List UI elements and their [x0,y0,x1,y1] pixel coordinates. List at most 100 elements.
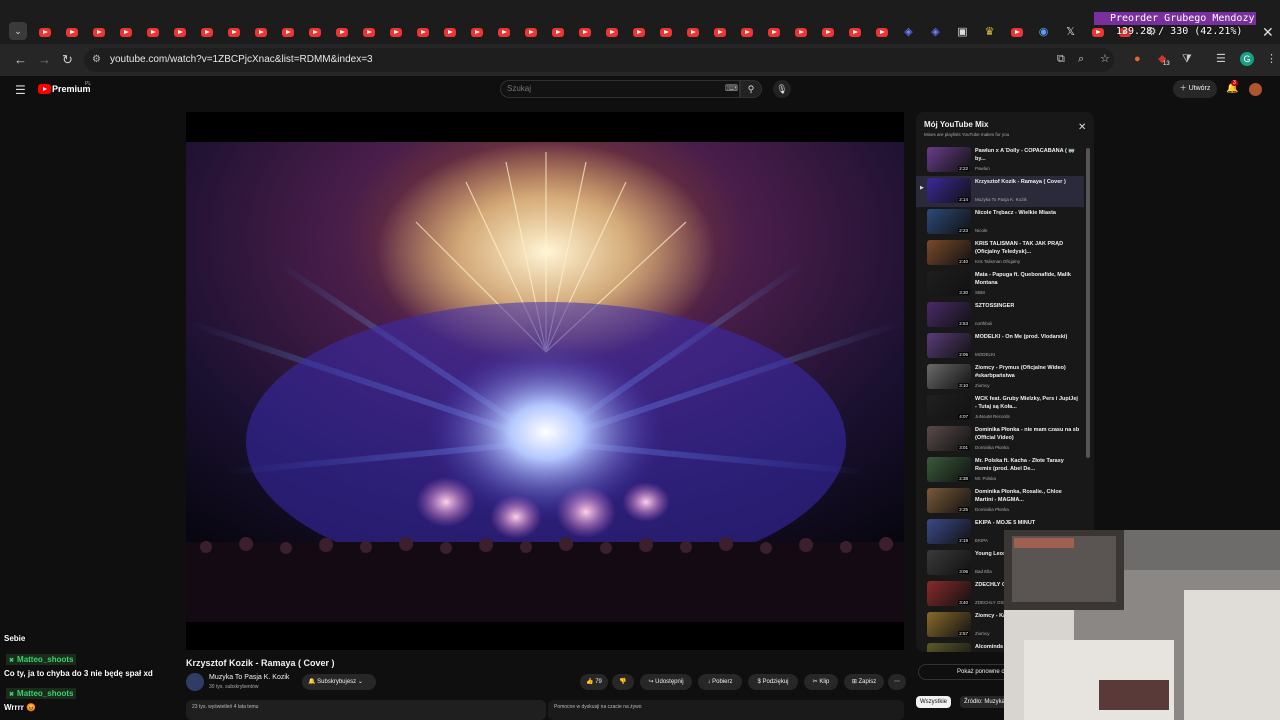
browser-tab[interactable] [142,22,163,42]
browser-tab[interactable] [1006,22,1027,42]
browser-tab[interactable] [169,22,190,42]
browser-tab[interactable] [682,22,703,42]
browser-tab[interactable] [844,22,865,42]
video-frame[interactable] [186,142,904,622]
mix-item-title[interactable]: Ziomcy - Prymus (Oficjalne Wideo) #skarb… [975,364,1081,380]
search-input[interactable] [507,84,717,93]
close-icon[interactable]: ✕ [1078,122,1086,133]
browser-tab[interactable]: ▣ [952,22,973,42]
mix-item-title[interactable]: Mata - Papuga ft. Quebonafide, Malik Mon… [975,271,1081,287]
browser-tab[interactable] [1087,22,1108,42]
video-player[interactable] [186,112,904,650]
list-item[interactable]: 2:38 Mr. Polska ft. Kacha - Złote Tarasy … [916,455,1084,486]
video-thumbnail[interactable]: 3:40 [927,581,971,606]
mix-item-title[interactable]: Pawlun x A`Dolly - COPACABANA ( 🥽 by... [975,147,1081,163]
browser-tab[interactable]: ◉ [1033,22,1054,42]
browser-tab[interactable] [88,22,109,42]
video-thumbnail[interactable]: 3:01 [927,426,971,451]
list-item[interactable]: 2:06 MODELKI - On Me (prod. Vlodarski) MOD… [916,331,1084,362]
browser-tab[interactable] [223,22,244,42]
mix-item-title[interactable]: MODELKI - On Me (prod. Vlodarski) [975,333,1081,341]
chip-source[interactable]: Źródło: Muzyka [960,696,1010,708]
keyboard-icon[interactable]: ⌨ [725,83,738,94]
close-icon[interactable]: ✕ [1262,24,1274,41]
bookmark-star-icon[interactable]: ☆ [1100,54,1110,65]
browser-tab[interactable] [547,22,568,42]
tab-menu-icon[interactable]: ⌄ [9,22,27,40]
browser-tab[interactable] [61,22,82,42]
browser-tab[interactable] [655,22,676,42]
mix-item-title[interactable]: Mr. Polska ft. Kacha - Złote Tarasy Remi… [975,457,1081,473]
video-thumbnail[interactable] [927,643,971,652]
reading-list-icon[interactable]: ☰ [1216,54,1226,65]
clip-button[interactable]: ✂ Klip [804,674,838,690]
mix-item-title[interactable]: SZTOSSINGER [975,302,1081,310]
browser-tab[interactable]: ◈ [925,22,946,42]
video-thumbnail[interactable]: 2:40 [927,240,971,265]
list-item[interactable]: 3:10 Ziomcy - Prymus (Oficjalne Wideo) #s… [916,362,1084,393]
hamburger-menu-icon[interactable]: ☰ [15,83,26,97]
mix-item-title[interactable]: WCK feat. Gruby Mielzky, Pers i JupiJej … [975,395,1081,411]
list-item[interactable]: 2:23 Nicole Trębacz - Wielkie Miasta Nicol… [916,207,1084,238]
youtube-logo-icon[interactable] [38,84,51,94]
list-item[interactable]: 3:30 Mata - Papuga ft. Quebonafide, Malik… [916,269,1084,300]
chip-all[interactable]: Wszystkie [916,696,951,708]
chat-replay-box[interactable]: Pomocne w dyskusji na czacie na żywo [548,700,904,720]
back-icon[interactable]: ← [14,53,27,66]
mix-item-title[interactable]: EKIPA - MOJE 5 MINUT [975,519,1081,527]
video-thumbnail[interactable]: 2:53 [927,302,971,327]
create-button[interactable]: ＋ Utwórz [1173,80,1217,98]
video-thumbnail[interactable]: 3:30 [927,271,971,296]
kebab-menu-icon[interactable]: ⋮ [1266,54,1277,65]
mix-item-title[interactable]: Krzysztof Kozik - Ramaya ( Cover ) [975,178,1081,186]
browser-tab[interactable] [412,22,433,42]
browser-tab[interactable] [385,22,406,42]
list-item[interactable]: 4:07 WCK feat. Gruby Mielzky, Pers i Jupi… [916,393,1084,424]
mix-item-title[interactable]: Nicole Trębacz - Wielkie Miasta [975,209,1081,217]
puzzle-icon[interactable]: ⧩ [1182,54,1192,65]
video-thumbnail[interactable]: 3:06 [927,550,971,575]
browser-tab[interactable] [34,22,55,42]
browser-tab[interactable] [466,22,487,42]
zoom-icon[interactable]: ⌕ [1078,54,1084,65]
browser-tab[interactable] [250,22,271,42]
list-item[interactable]: 2:22 Pawlun x A`Dolly - COPACABANA ( 🥽 by… [916,145,1084,176]
video-thumbnail[interactable]: 2:06 [927,333,971,358]
video-thumbnail[interactable]: 2:38 [927,457,971,482]
list-item[interactable]: 3:01 Dominika Płonka - nie mam czasu na s… [916,424,1084,455]
avatar[interactable] [1249,83,1262,96]
video-thumbnail[interactable]: 2:19 [927,519,971,544]
site-info-icon[interactable]: ⚙ [92,54,101,65]
browser-tab[interactable] [574,22,595,42]
download-button[interactable]: ↓ Pobierz [698,674,742,690]
browser-tab[interactable] [331,22,352,42]
browser-tab[interactable]: 𝕏 [1060,22,1081,42]
video-thumbnail[interactable]: 3:10 [927,364,971,389]
video-thumbnail[interactable]: 2:57 [927,612,971,637]
browser-tab[interactable] [763,22,784,42]
browser-tab[interactable] [871,22,892,42]
like-button[interactable]: 👍 79 [580,674,608,690]
list-item[interactable]: 2:25 Dominika Płonka, Rosalie., Chloe Mar… [916,486,1084,517]
profile-icon[interactable]: G [1240,52,1254,66]
browser-tab[interactable] [817,22,838,42]
browser-tab[interactable] [196,22,217,42]
search-box[interactable]: ⌨ [500,80,740,98]
browser-tab[interactable] [358,22,379,42]
browser-tab[interactable] [115,22,136,42]
mix-item-title[interactable]: KRIS TALISMAN - TAK JAK PRĄD (Oficjalny … [975,240,1081,256]
browser-tab[interactable] [709,22,730,42]
omnibox[interactable]: ⚙ youtube.com/watch?v=1ZBCPjcXnac&list=R… [84,48,1114,72]
list-item[interactable]: 2:53 SZTOSSINGER northboii [916,300,1084,331]
voice-search-button[interactable]: 🎙 [773,80,791,98]
forward-icon[interactable]: → [38,53,51,66]
video-thumbnail[interactable]: 2:25 [927,488,971,513]
browser-tab[interactable] [628,22,649,42]
extension-icon[interactable]: ● [1134,54,1141,65]
video-thumbnail[interactable]: 2:22 [927,147,971,172]
subscribe-button[interactable]: 🔔 Subskrybujesz ⌄ [302,674,376,690]
save-button[interactable]: ⊞ Zapisz [844,674,884,690]
video-thumbnail[interactable]: 2:23 [927,209,971,234]
browser-tab[interactable] [277,22,298,42]
description-box[interactable]: 23 tys. wyświetleń 4 lata temu [186,700,546,720]
